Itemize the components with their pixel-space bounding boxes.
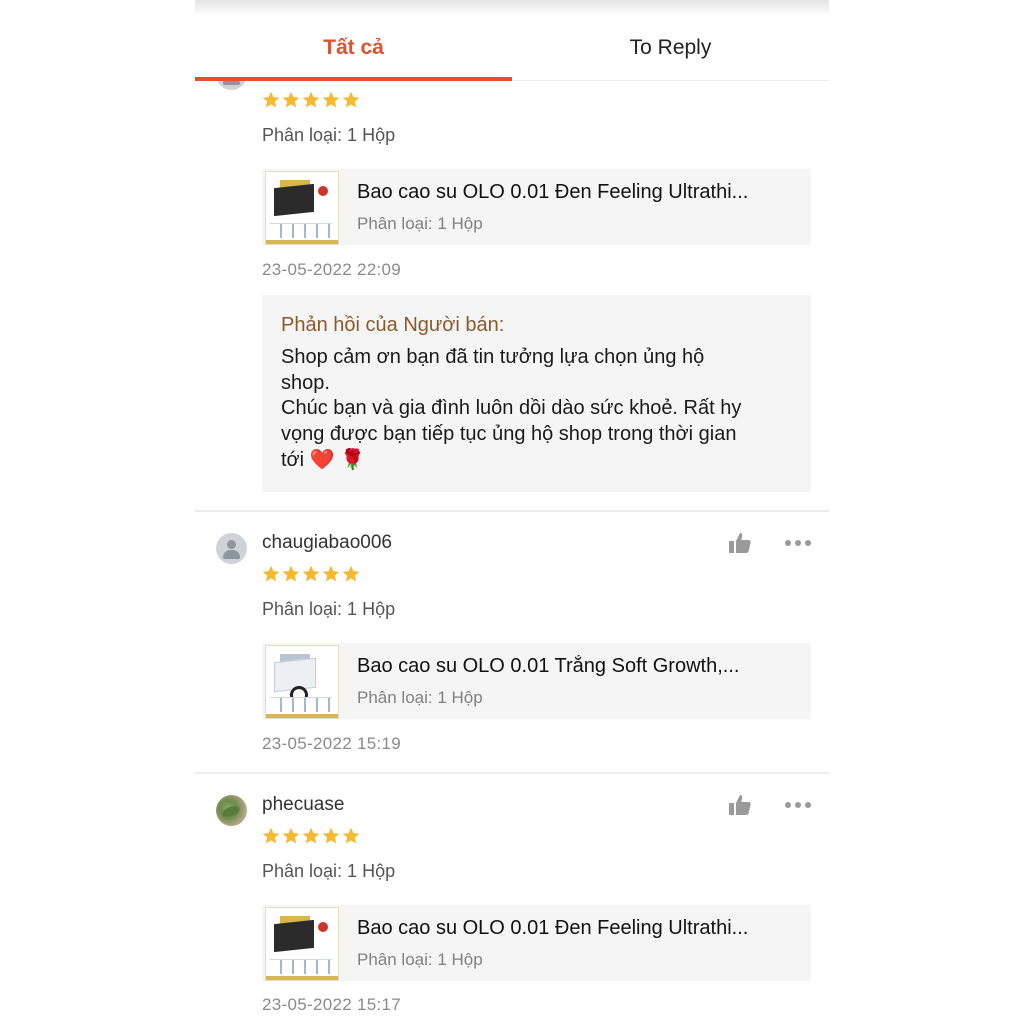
more-horizontal-icon[interactable] bbox=[785, 540, 811, 548]
divider bbox=[195, 510, 829, 512]
product-name: Bao cao su OLO 0.01 Đen Feeling Ultrathi… bbox=[357, 917, 749, 939]
star-icon bbox=[322, 91, 340, 108]
product-variant: Phân loại: 1 Hộp bbox=[357, 214, 483, 233]
avatar[interactable] bbox=[216, 795, 247, 826]
product-thumbnail bbox=[265, 645, 339, 719]
product-variant: Phân loại: 1 Hộp bbox=[357, 688, 483, 707]
seller-reply-text: Shop cảm ơn bạn đã tin tưởng lựa chọn ủn… bbox=[281, 346, 742, 471]
seller-reply: Phản hồi của Người bán: Shop cảm ơn bạn … bbox=[262, 295, 811, 492]
product-variant: Phân loại: 1 Hộp bbox=[357, 950, 483, 969]
seller-reply-title: Phản hồi của Người bán: bbox=[281, 314, 505, 336]
active-tab-indicator bbox=[195, 77, 512, 81]
star-icon bbox=[342, 565, 360, 582]
review-timestamp: 23-05-2022 15:17 bbox=[262, 995, 402, 1014]
star-icon bbox=[282, 565, 300, 582]
star-icon bbox=[302, 565, 320, 582]
tab-bar: Tất cả To Reply bbox=[195, 14, 829, 81]
star-rating bbox=[261, 826, 361, 846]
star-icon bbox=[262, 91, 280, 108]
thumbs-up-icon[interactable] bbox=[728, 793, 752, 817]
review-username[interactable]: phecuase bbox=[262, 794, 344, 816]
review-variant: Phân loại: 1 Hộp bbox=[262, 125, 396, 145]
review-username[interactable]: chaugiabao006 bbox=[262, 532, 392, 554]
review-timestamp: 23-05-2022 15:19 bbox=[262, 734, 402, 753]
product-card[interactable]: Bao cao su OLO 0.01 Đen Feeling Ultrathi… bbox=[262, 169, 811, 245]
tab-all[interactable]: Tất cả bbox=[195, 14, 512, 78]
star-icon bbox=[342, 91, 360, 108]
avatar[interactable] bbox=[216, 533, 247, 564]
thumbs-up-icon[interactable] bbox=[728, 531, 752, 555]
product-thumbnail bbox=[265, 907, 339, 981]
star-icon bbox=[342, 827, 360, 844]
tab-to-reply[interactable]: To Reply bbox=[512, 14, 829, 78]
review-variant: Phân loại: 1 Hộp bbox=[262, 861, 396, 881]
star-icon bbox=[262, 565, 280, 582]
product-card[interactable]: Bao cao su OLO 0.01 Trắng Soft Growth,..… bbox=[262, 643, 811, 719]
divider bbox=[195, 772, 829, 774]
star-icon bbox=[302, 827, 320, 844]
review-variant: Phân loại: 1 Hộp bbox=[262, 599, 396, 619]
product-card[interactable]: Bao cao su OLO 0.01 Đen Feeling Ultrathi… bbox=[262, 905, 811, 981]
star-rating bbox=[261, 90, 361, 110]
product-name: Bao cao su OLO 0.01 Trắng Soft Growth,..… bbox=[357, 655, 740, 677]
reviews-panel: Phân loại: 1 Hộp Bao cao su OLO 0.01 Đen… bbox=[195, 0, 829, 1024]
review-timestamp: 23-05-2022 22:09 bbox=[262, 260, 402, 279]
star-icon bbox=[282, 91, 300, 108]
star-icon bbox=[262, 827, 280, 844]
star-icon bbox=[302, 91, 320, 108]
star-icon bbox=[322, 565, 340, 582]
product-thumbnail bbox=[265, 171, 339, 245]
more-horizontal-icon[interactable] bbox=[785, 802, 811, 810]
star-rating bbox=[261, 564, 361, 584]
product-name: Bao cao su OLO 0.01 Đen Feeling Ultrathi… bbox=[357, 181, 749, 203]
star-icon bbox=[322, 827, 340, 844]
star-icon bbox=[282, 827, 300, 844]
